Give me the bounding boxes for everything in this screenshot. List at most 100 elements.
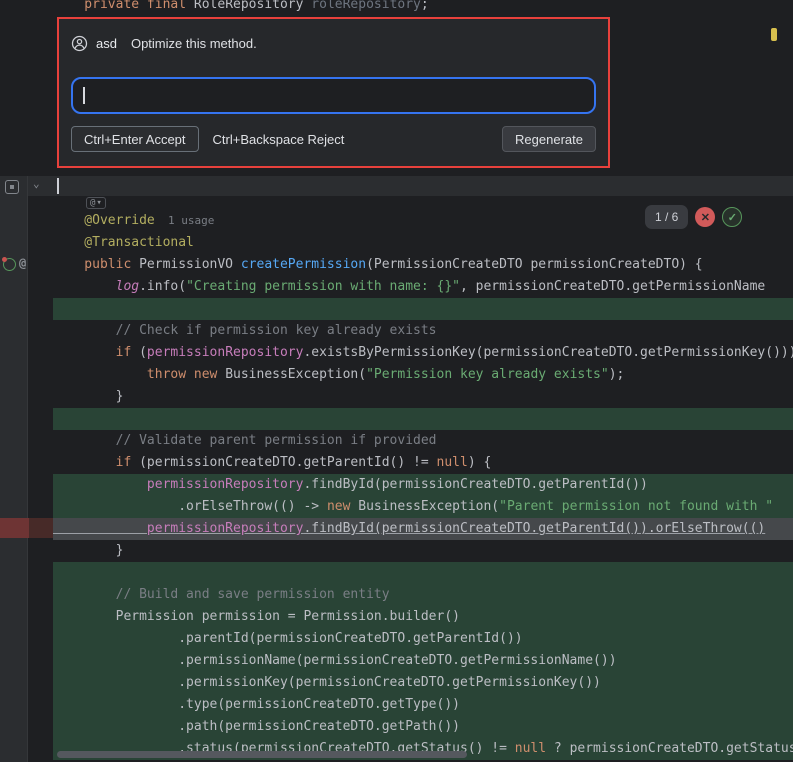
code-token: .existsByPermissionKey(permissionCreateD… (303, 345, 793, 360)
circle-check-icon: ✓ (728, 211, 737, 224)
code-line: permissionRepository.findById(permission… (53, 518, 793, 540)
code-token: (permissionCreateDTO.getParentId() != (139, 455, 436, 470)
code-line: .orElseThrow(() -> new BusinessException… (53, 496, 793, 518)
annotation-gutter-icon[interactable]: @ (19, 256, 26, 270)
code-token: createPermission (241, 257, 366, 272)
code-line (53, 562, 793, 584)
code-line: public PermissionVO createPermission(Per… (53, 254, 793, 276)
horizontal-scrollbar[interactable] (57, 751, 467, 758)
fold-arrow-icon[interactable]: ⌄ (33, 177, 40, 190)
at-icon: @ (90, 198, 95, 208)
code-token: null (437, 455, 468, 470)
deleted-line-marker (0, 518, 29, 538)
code-line: } (53, 386, 793, 408)
code-token: } (53, 389, 123, 404)
accept-all-button[interactable]: ✓ (722, 207, 742, 227)
code-token: private final (53, 0, 194, 12)
annotation-inlay-chip[interactable]: @▾ (86, 197, 106, 209)
code-token: if (53, 455, 139, 470)
prompt-input-wrap (71, 77, 596, 114)
regenerate-button[interactable]: Regenerate (502, 126, 596, 152)
user-avatar-icon (71, 35, 88, 52)
diff-controls: 1 / 6 ✕ ✓ (645, 205, 742, 229)
diff-counter: 1 / 6 (645, 205, 688, 229)
code-line: .type(permissionCreateDTO.getType()) (53, 694, 793, 716)
code-line: .permissionName(permissionCreateDTO.getP… (53, 650, 793, 672)
code-line: } (53, 540, 793, 562)
code-line: if (permissionCreateDTO.getParentId() !=… (53, 452, 793, 474)
code-line: // Check if permission key already exist… (53, 320, 793, 342)
code-line: .path(permissionCreateDTO.getPath()) (53, 716, 793, 738)
code-token: "Permission key already exists" (366, 367, 609, 382)
code-token: .path(permissionCreateDTO.getPath()) (53, 719, 460, 734)
reject-all-button[interactable]: ✕ (695, 207, 715, 227)
override-dot (2, 257, 7, 262)
stripe-tool-icon[interactable] (5, 180, 19, 194)
code-token: @Transactional (53, 235, 194, 250)
code-token: PermissionVO (139, 257, 241, 272)
code-token: permissionRepository (53, 477, 303, 492)
code-token: (PermissionCreateDTO permissionCreateDTO… (366, 257, 703, 272)
code-token: public (53, 257, 139, 272)
code-token: .type(permissionCreateDTO.getType()) (53, 697, 460, 712)
ai-prompt-popup: asd Optimize this method. Ctrl+Enter Acc… (57, 17, 610, 168)
code-token: permissionRepository (53, 521, 303, 536)
code-token: .permissionKey(permissionCreateDTO.getPe… (53, 675, 601, 690)
circle-x-icon: ✕ (701, 211, 710, 224)
code-token: .parentId(permissionCreateDTO.getParentI… (53, 631, 523, 646)
code-token: .findById(permissionCreateDTO.getParentI… (303, 477, 647, 492)
code-line (53, 298, 793, 320)
code-token: BusinessException( (358, 499, 499, 514)
code-line (53, 408, 793, 430)
code-token: roleRepository (311, 0, 421, 12)
input-caret (83, 87, 85, 104)
top-code-line: private final RoleRepository roleReposit… (53, 0, 429, 16)
code-token: // Build and save permission entity (53, 587, 390, 602)
code-token: null (515, 741, 546, 756)
prompt-header-row: asd Optimize this method. (71, 33, 596, 53)
code-token: // Validate parent permission if provide… (53, 433, 437, 448)
code-token: , permissionCreateDTO.getPermissionName (460, 279, 765, 294)
code-line: log.info("Creating permission with name:… (53, 276, 793, 298)
code-line: permissionRepository.findById(permission… (53, 474, 793, 496)
reject-shortcut-label[interactable]: Ctrl+Backspace Reject (213, 132, 345, 147)
code-token: .orElseThrow(() -> (53, 499, 327, 514)
code-line: Permission permission = Permission.build… (53, 606, 793, 628)
code-line: @Transactional (53, 232, 793, 254)
code-line: // Build and save permission entity (53, 584, 793, 606)
code-token: "Creating permission with name: {}" (186, 279, 460, 294)
code-token: new (327, 499, 358, 514)
code-token: ( (139, 345, 147, 360)
code-line: .permissionKey(permissionCreateDTO.getPe… (53, 672, 793, 694)
accept-button[interactable]: Ctrl+Enter Accept (71, 126, 199, 152)
code-token: ; (421, 0, 429, 12)
code-token: .findById(permissionCreateDTO.getParentI… (303, 521, 765, 536)
code-token: RoleRepository (194, 0, 311, 12)
prompt-actions-row: Ctrl+Enter Accept Ctrl+Backspace Reject … (71, 126, 596, 152)
prompt-message: Optimize this method. (131, 36, 257, 51)
user-name: asd (96, 36, 117, 51)
code-token: throw new (53, 367, 225, 382)
code-token: ); (609, 367, 625, 382)
code-token: if (53, 345, 139, 360)
code-line: throw new BusinessException("Permission … (53, 364, 793, 386)
prompt-input[interactable] (71, 77, 596, 114)
editor-separator-band (28, 176, 793, 196)
code-token: } (53, 543, 123, 558)
code-token: 1 usage (155, 214, 215, 227)
code-token: log (53, 279, 139, 294)
code-line: // Validate parent permission if provide… (53, 430, 793, 452)
code-line: .parentId(permissionCreateDTO.getParentI… (53, 628, 793, 650)
code-editor[interactable]: @Override 1 usage @Transactional public … (53, 210, 793, 760)
deleted-line-gutter-marker (29, 518, 53, 538)
code-token: Permission permission = Permission.build… (53, 609, 460, 624)
editor-caret (57, 178, 59, 194)
override-method-gutter-icon[interactable] (3, 258, 16, 271)
code-token: .info( (139, 279, 186, 294)
scrollbar-warning-mark (771, 28, 777, 41)
code-token: BusinessException( (225, 367, 366, 382)
code-token: ? permissionCreateDTO.getStatus (546, 741, 793, 756)
code-token: ) { (468, 455, 491, 470)
code-token: permissionRepository (147, 345, 304, 360)
code-token: "Parent permission not found with " (499, 499, 773, 514)
